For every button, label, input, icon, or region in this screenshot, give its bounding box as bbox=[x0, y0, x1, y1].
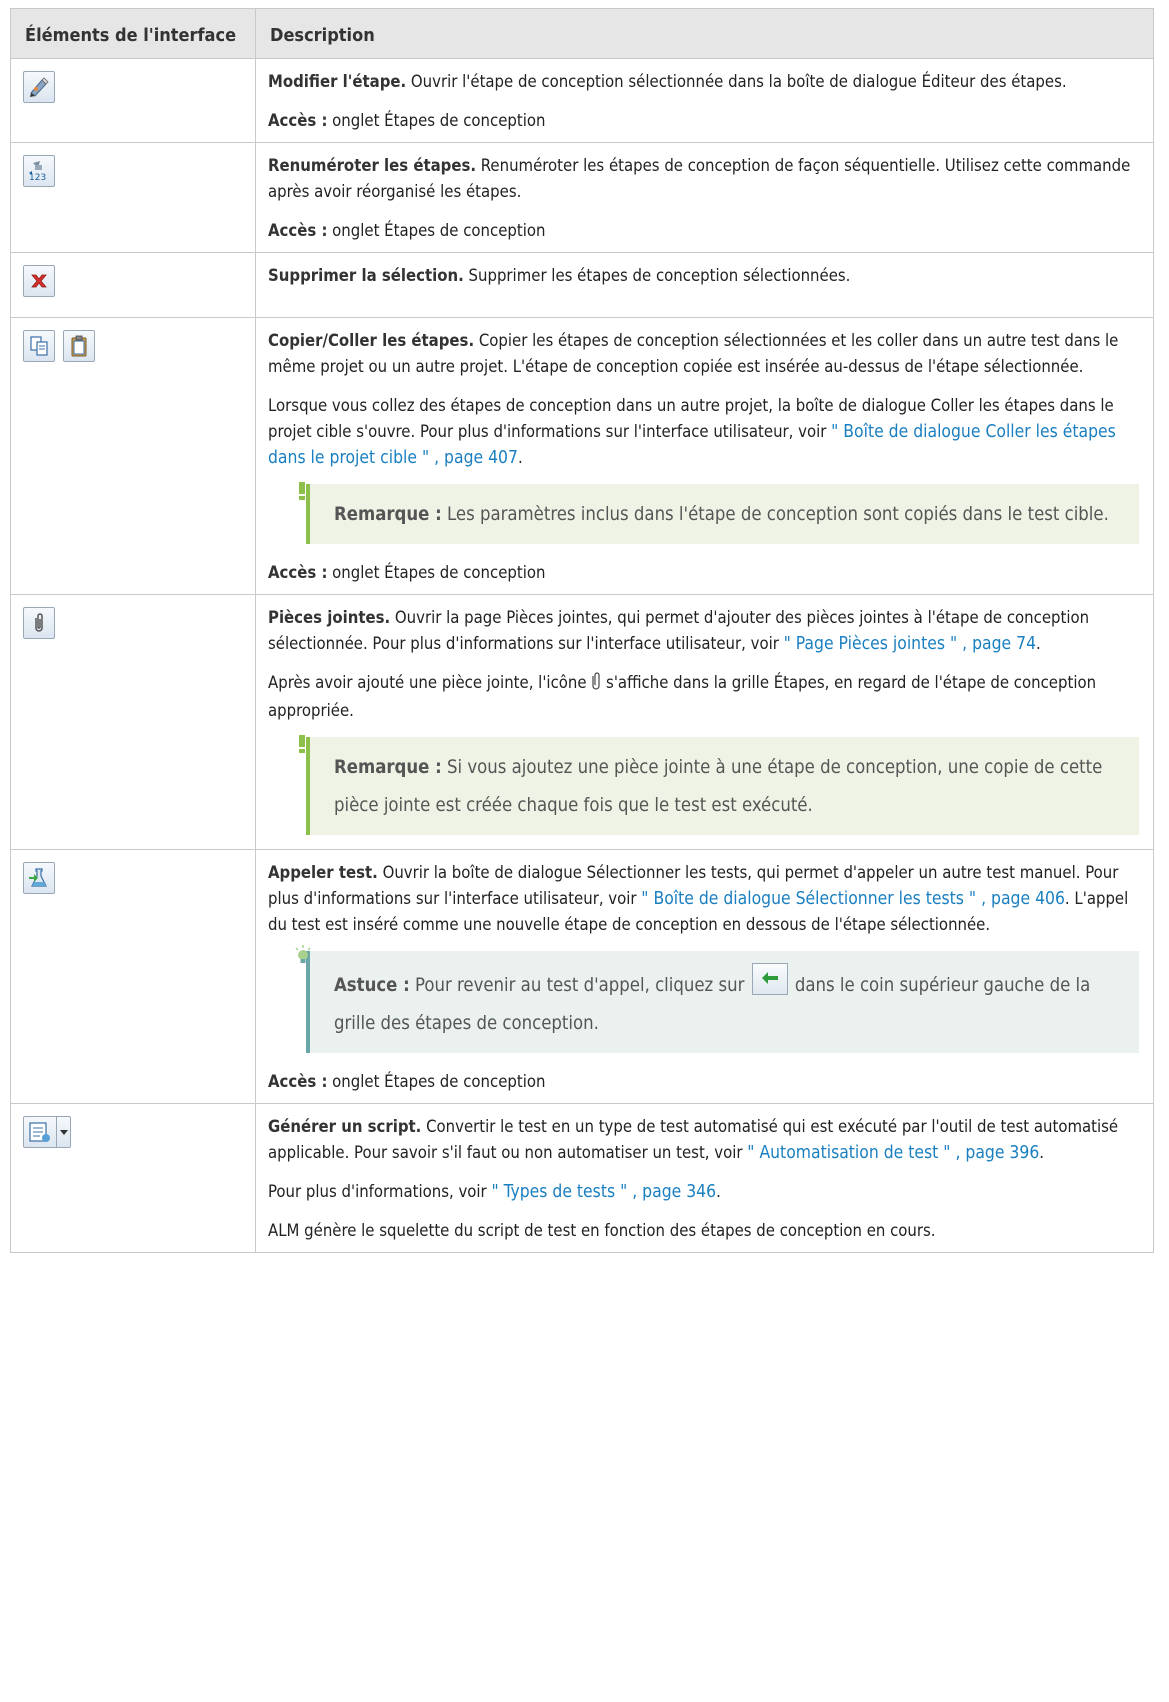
table-row: 123 Renuméroter les étapes. Renuméroter … bbox=[10, 142, 1154, 253]
link-select-tests-dialog[interactable]: " Boîte de dialogue Sélectionner les tes… bbox=[641, 889, 1065, 909]
lightbulb-icon bbox=[294, 941, 312, 979]
attachment-icon[interactable] bbox=[23, 607, 55, 639]
renumber-steps-icon[interactable]: 123 bbox=[23, 155, 55, 187]
note-label: Remarque : bbox=[334, 504, 442, 525]
item-title: Supprimer la sélection. bbox=[268, 266, 464, 285]
item-description: Après avoir ajouté une pièce jointe, l'i… bbox=[268, 673, 592, 692]
back-arrow-icon[interactable] bbox=[751, 963, 788, 995]
item-title: Générer un script. bbox=[268, 1117, 422, 1136]
column-header-elements: Éléments de l'interface bbox=[10, 8, 256, 59]
item-description: Pour plus d'informations, voir bbox=[268, 1182, 492, 1201]
link-test-types[interactable]: " Types de tests " , page 346 bbox=[491, 1182, 716, 1202]
icon-cell bbox=[10, 317, 256, 595]
punctuation: . bbox=[517, 448, 523, 467]
description-cell: Supprimer la sélection. Supprimer les ét… bbox=[255, 252, 1154, 318]
copy-icon[interactable] bbox=[23, 330, 55, 362]
generate-script-icon[interactable] bbox=[23, 1116, 71, 1148]
paste-icon[interactable] bbox=[63, 330, 95, 362]
access-value: onglet Étapes de conception bbox=[327, 221, 546, 240]
item-description: Supprimer les étapes de conception sélec… bbox=[463, 266, 851, 285]
item-title: Pièces jointes. bbox=[268, 608, 391, 627]
ui-elements-table: Éléments de l'interface Description Modi… bbox=[10, 8, 1154, 1253]
access-label: Accès : bbox=[268, 111, 328, 130]
access-value: onglet Étapes de conception bbox=[327, 111, 546, 130]
note-label: Remarque : bbox=[334, 757, 442, 778]
table-row: Copier/Coller les étapes. Copier les éta… bbox=[10, 317, 1154, 595]
description-cell: Pièces jointes. Ouvrir la page Pièces jo… bbox=[255, 594, 1154, 850]
punctuation: . bbox=[716, 1182, 721, 1201]
punctuation: . bbox=[1036, 634, 1041, 653]
access-value: onglet Étapes de conception bbox=[327, 563, 546, 582]
table-row: Pièces jointes. Ouvrir la page Pièces jo… bbox=[10, 594, 1154, 850]
table-row: Supprimer la sélection. Supprimer les ét… bbox=[10, 252, 1154, 318]
item-description: Ouvrir l'étape de conception sélectionné… bbox=[406, 72, 1067, 91]
link-test-automation[interactable]: " Automatisation de test " , page 396 bbox=[747, 1143, 1039, 1163]
tip-box: Astuce : Pour revenir au test d'appel, c… bbox=[295, 945, 1139, 1053]
note-exclamation-icon bbox=[297, 476, 307, 514]
link-attachments-page[interactable]: " Page Pièces jointes " , page 74 bbox=[784, 634, 1036, 654]
edit-step-icon[interactable] bbox=[23, 71, 55, 103]
note-text: Si vous ajoutez une pièce jointe à une é… bbox=[334, 757, 1103, 816]
description-cell: Appeler test. Ouvrir la boîte de dialogu… bbox=[255, 849, 1154, 1104]
icon-cell bbox=[10, 594, 256, 850]
access-label: Accès : bbox=[268, 563, 328, 582]
delete-icon[interactable] bbox=[23, 265, 55, 297]
note-box: Remarque : Les paramètres inclus dans l'… bbox=[299, 482, 1139, 544]
item-title: Appeler test. bbox=[268, 863, 378, 882]
icon-cell bbox=[10, 849, 256, 1104]
description-cell: Renuméroter les étapes. Renuméroter les … bbox=[255, 142, 1154, 253]
item-title: Renuméroter les étapes. bbox=[268, 156, 477, 175]
item-description: ALM génère le squelette du script de tes… bbox=[268, 1221, 936, 1240]
note-box: Remarque : Si vous ajoutez une pièce joi… bbox=[299, 735, 1139, 835]
access-label: Accès : bbox=[268, 221, 328, 240]
item-title: Copier/Coller les étapes. bbox=[268, 331, 475, 350]
table-header-row: Éléments de l'interface Description bbox=[10, 8, 1154, 59]
icon-cell bbox=[10, 1103, 256, 1253]
note-exclamation-icon bbox=[297, 729, 307, 767]
table-row: Appeler test. Ouvrir la boîte de dialogu… bbox=[10, 849, 1154, 1104]
tip-label: Astuce : bbox=[334, 975, 410, 996]
description-cell: Copier/Coller les étapes. Copier les éta… bbox=[255, 317, 1154, 595]
chevron-down-icon[interactable] bbox=[56, 1117, 70, 1147]
paperclip-icon bbox=[591, 672, 601, 698]
icon-cell bbox=[10, 252, 256, 318]
table-row: Générer un script. Convertir le test en … bbox=[10, 1103, 1154, 1253]
access-label: Accès : bbox=[268, 1072, 328, 1091]
icon-cell: 123 bbox=[10, 142, 256, 253]
icon-cell bbox=[10, 58, 256, 143]
note-text: Les paramètres inclus dans l'étape de co… bbox=[441, 504, 1109, 525]
punctuation: . bbox=[1039, 1143, 1045, 1162]
call-test-icon[interactable] bbox=[23, 862, 55, 894]
description-cell: Modifier l'étape. Ouvrir l'étape de conc… bbox=[255, 58, 1154, 143]
access-value: onglet Étapes de conception bbox=[327, 1072, 546, 1091]
column-header-description: Description bbox=[255, 8, 1154, 59]
description-cell: Générer un script. Convertir le test en … bbox=[255, 1103, 1154, 1253]
table-row: Modifier l'étape. Ouvrir l'étape de conc… bbox=[10, 58, 1154, 143]
item-title: Modifier l'étape. bbox=[268, 72, 407, 91]
tip-text: Pour revenir au test d'appel, cliquez su… bbox=[409, 975, 750, 996]
